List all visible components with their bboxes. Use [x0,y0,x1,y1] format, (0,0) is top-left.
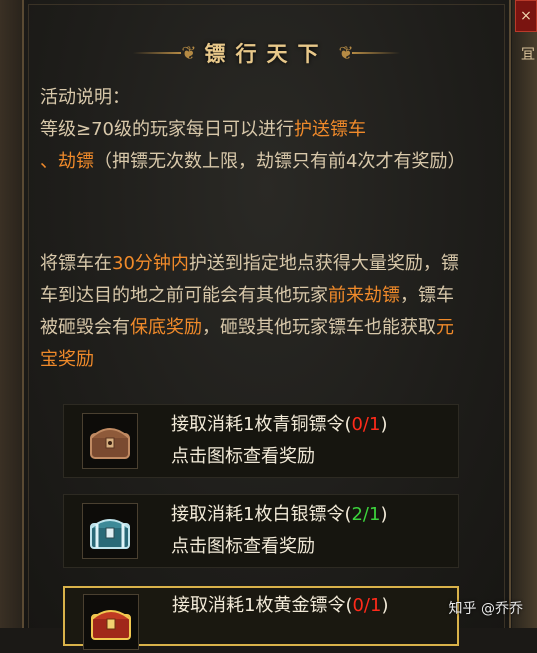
ornament-left-icon: ❦ [181,42,196,64]
background-right [512,0,537,628]
token-silver-label: 接取消耗1枚白银镖令( [171,504,352,525]
token-row-bronze-text: 接取消耗1枚青铜镖令(0/1) 点击图标查看奖励 [171,409,387,473]
window-title: 镖行天下 [204,41,329,66]
para2-text-d: ，砸毁其他玩家镖车也能获取 [202,317,436,338]
ornament-right-line [351,52,400,54]
background-left [0,0,22,628]
para1-highlight-rob: 劫镖 [58,151,94,172]
ornament-right-icon: ❦ [338,42,354,64]
token-row-silver: 接取消耗1枚白银镖令(2/1) 点击图标查看奖励 [63,494,459,568]
token-silver-hint: 点击图标查看奖励 [171,536,315,557]
silver-chest-icon [90,519,130,549]
para2-highlight-rob: 前来劫镖 [328,285,400,306]
description-label: 活动说明： [40,87,130,108]
para1-sep: 、 [40,151,58,172]
para2-highlight-guarantee: 保底奖励 [130,317,202,338]
background-edge-text: 冝 [521,47,535,63]
close-button[interactable]: × [515,0,537,32]
bronze-chest-icon [90,428,130,459]
token-row-gold-text: 接取消耗1枚黄金镖令(0/1) [172,590,388,622]
token-row-bronze: 接取消耗1枚青铜镖令(0/1) 点击图标查看奖励 [63,404,459,478]
token-silver-close: ) [380,504,388,525]
token-gold-count: 0/1 [352,595,382,616]
title-bar: ❦ 镖行天下 ❦ [24,36,509,70]
ornament-left-line [133,52,182,54]
para1-text-b: （押镖无次数上限，劫镖只有前4次才有奖励） [94,151,466,172]
token-bronze-close: ) [380,414,388,435]
bronze-token-icon-button[interactable] [82,413,138,469]
token-gold-close: ) [381,595,389,616]
watermark: 知乎 @乔乔 [448,601,523,617]
token-row-gold: 接取消耗1枚黄金镖令(0/1) [63,586,459,650]
token-bronze-label: 接取消耗1枚青铜镖令( [171,414,352,435]
silver-token-icon-button[interactable] [82,503,138,559]
token-bronze-hint: 点击图标查看奖励 [171,446,315,467]
para1-highlight-escort: 护送镖车 [294,119,366,140]
close-icon: × [520,8,532,24]
token-silver-count: 2/1 [351,504,381,525]
para2-highlight-time: 30分钟内 [112,253,189,274]
token-bronze-count: 0/1 [351,414,381,435]
description-para1: 等级≥70级的玩家每日可以进行护送镖车、劫镖（押镖无次数上限，劫镖只有前4次才有… [40,114,470,178]
token-gold-label: 接取消耗1枚黄金镖令( [172,595,353,616]
gold-chest-icon [91,610,131,640]
para1-text-a: 等级≥70级的玩家每日可以进行 [40,119,294,140]
description-para2: 将镖车在30分钟内护送到指定地点获得大量奖励，镖车到达目的地之前可能会有其他玩家… [40,248,470,376]
para2-text-a: 将镖车在 [40,253,112,274]
token-row-silver-text: 接取消耗1枚白银镖令(2/1) 点击图标查看奖励 [171,499,387,563]
gold-token-icon-button[interactable] [83,594,139,650]
